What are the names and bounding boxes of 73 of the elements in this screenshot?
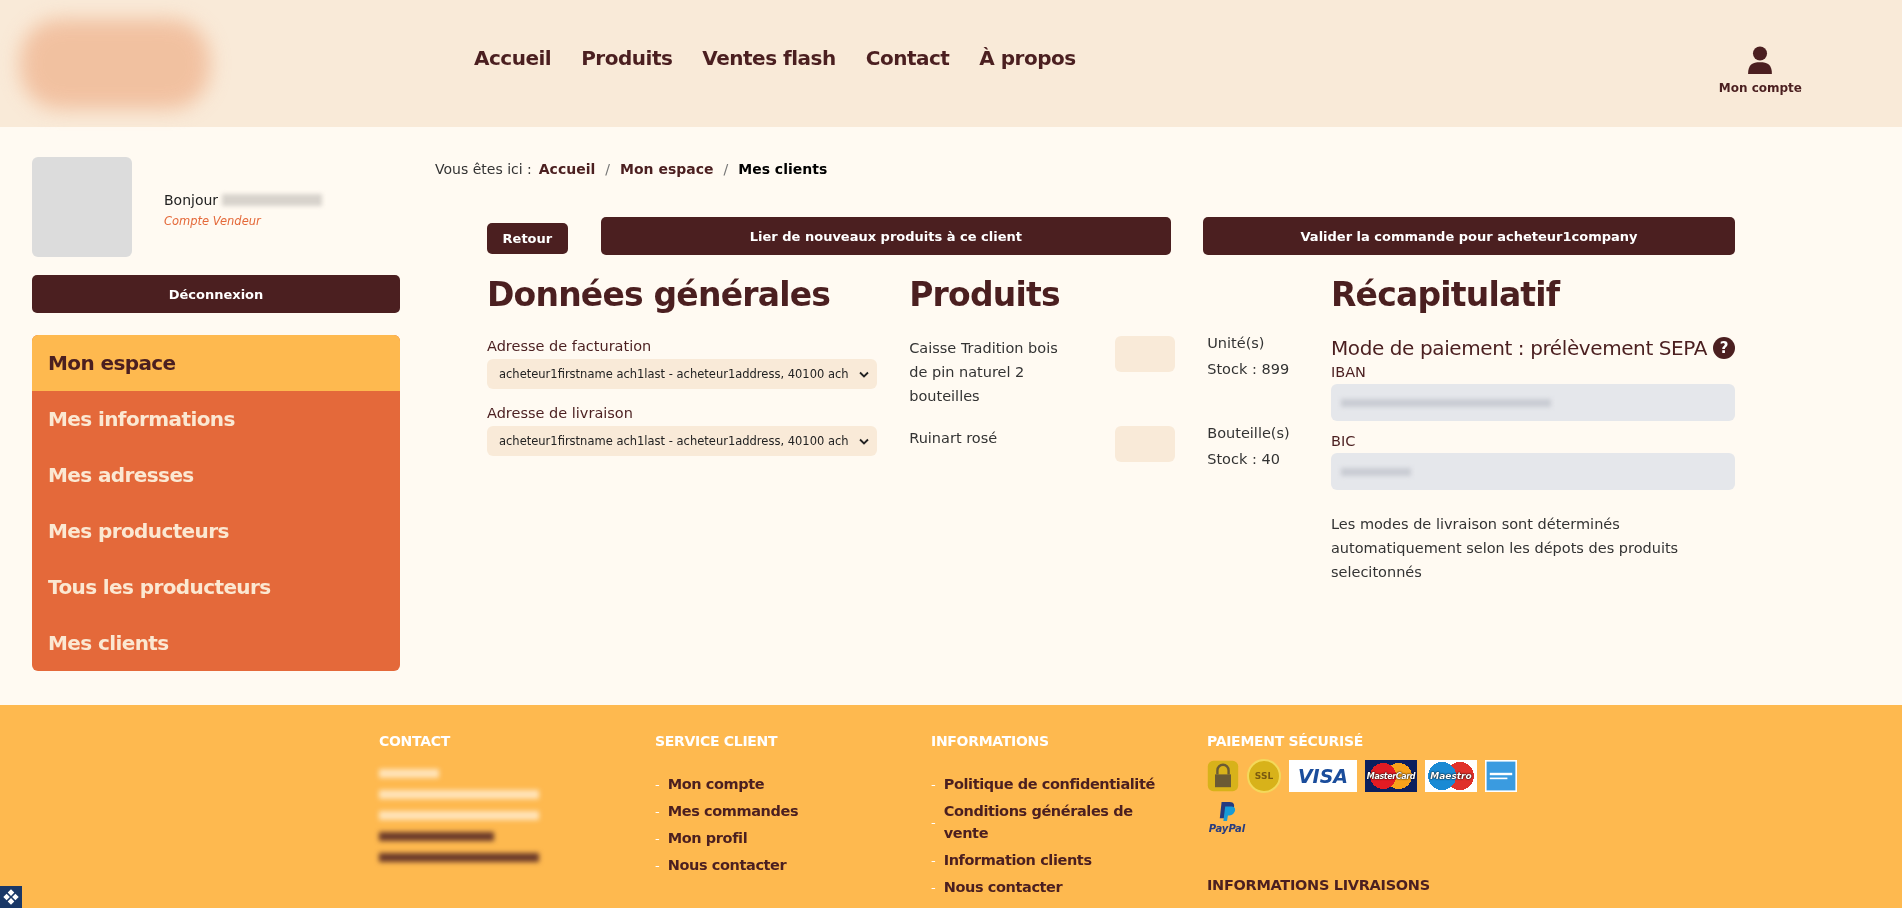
breadcrumb-separator: / bbox=[723, 161, 729, 177]
breadcrumb-link[interactable]: Mes clients bbox=[738, 161, 828, 177]
footer-link[interactable]: Nous contacter bbox=[667, 854, 888, 876]
footer-heading: CONTACT bbox=[379, 733, 452, 749]
section-title: Données générales bbox=[487, 275, 832, 314]
nav-link[interactable]: Ventes flash bbox=[702, 45, 836, 70]
list-marker: - bbox=[655, 830, 660, 846]
footer-link[interactable]: Mon compte bbox=[667, 773, 888, 795]
footer-heading: INFORMATIONS LIVRAISONS bbox=[1207, 877, 1431, 893]
footer-link[interactable]: Nous contacter bbox=[943, 876, 1164, 898]
visa-logo: VISA bbox=[1289, 760, 1357, 792]
address-select[interactable]: acheteur1firstname ach1last - acheteur1address, 40100 ach bbox=[487, 359, 878, 389]
ssl-badge: SSL bbox=[1247, 759, 1281, 793]
input-field[interactable] bbox=[1330, 384, 1735, 421]
list-marker: - bbox=[655, 776, 660, 792]
stock-text: Stock : 899 bbox=[1207, 360, 1290, 379]
footer-link[interactable]: Politique de confidentialité bbox=[943, 773, 1164, 795]
list-marker: - bbox=[931, 852, 936, 868]
field-label: BIC bbox=[1330, 433, 1357, 449]
blurred-text bbox=[379, 769, 439, 778]
footer-heading: PAIEMENT SÉCURISÉ bbox=[1207, 733, 1365, 749]
blurred-text bbox=[1340, 467, 1411, 476]
stock-text: Stock : 40 bbox=[1207, 450, 1281, 469]
nav-link[interactable]: À propos bbox=[979, 45, 1076, 70]
chevron-icon bbox=[859, 437, 870, 445]
quantity-field[interactable] bbox=[1115, 426, 1176, 462]
help-icon[interactable]: ? bbox=[1713, 337, 1735, 359]
action-button[interactable]: Retour bbox=[487, 222, 568, 254]
breadcrumb-link[interactable]: Accueil bbox=[538, 161, 596, 177]
list-marker: - bbox=[655, 857, 660, 873]
input-field[interactable] bbox=[1330, 453, 1735, 490]
list-marker: - bbox=[931, 776, 936, 792]
chevron-icon bbox=[859, 370, 870, 378]
card-logo bbox=[1485, 760, 1517, 792]
footer-heading: SERVICE CLIENT bbox=[655, 733, 779, 749]
nav-link[interactable]: Produits bbox=[581, 45, 673, 70]
list-marker: - bbox=[655, 803, 660, 819]
unit-label: Unité(s) bbox=[1207, 334, 1266, 353]
breadcrumb-label: Vous êtes ici : bbox=[435, 161, 532, 177]
paypal-text: PayPal bbox=[1208, 823, 1246, 834]
greeting-text: Bonjour bbox=[164, 192, 219, 208]
footer-link[interactable]: Mes commandes bbox=[667, 800, 888, 822]
footer-heading: INFORMATIONS bbox=[931, 733, 1050, 749]
nav-link[interactable]: Contact bbox=[865, 45, 950, 70]
account-link[interactable]: Mon compte bbox=[1718, 80, 1802, 95]
sidebar-item[interactable]: Mon espace bbox=[32, 335, 400, 391]
footer-link[interactable]: Information clients bbox=[943, 849, 1164, 871]
section-title: Produits bbox=[909, 275, 1061, 314]
padlock-icon bbox=[1207, 760, 1239, 792]
delivery-note: Les modes de livraison sont déterminés automatiquement selon les dépots des produits selecitonnés bbox=[1330, 515, 1680, 582]
payment-mode: Mode de paiement : prélèvement SEPA bbox=[1330, 336, 1707, 360]
paypal-icon bbox=[1218, 801, 1236, 823]
field-label: Adresse de livraison bbox=[487, 405, 634, 421]
action-button[interactable]: Lier de nouveaux produits à ce client bbox=[600, 217, 1171, 255]
section-title: Récapitulatif bbox=[1330, 275, 1562, 314]
account-role: Compte Vendeur bbox=[164, 214, 263, 228]
footer-link[interactable]: Conditions générales de vente bbox=[943, 800, 1164, 844]
list-marker: - bbox=[931, 879, 936, 895]
product-name: Ruinart rosé bbox=[909, 429, 999, 448]
product-name: Caisse Tradition bois de pin naturel 2 bouteilles bbox=[909, 339, 1059, 406]
nav-link[interactable]: Accueil bbox=[474, 45, 552, 70]
field-label: IBAN bbox=[1330, 364, 1367, 380]
action-button[interactable]: Valider la commande pour acheteur1company bbox=[1203, 217, 1735, 255]
list-marker: - bbox=[931, 814, 936, 830]
user-icon[interactable] bbox=[1747, 44, 1774, 75]
quantity-field[interactable] bbox=[1115, 336, 1176, 372]
logout-button[interactable]: Déconnexion bbox=[32, 275, 400, 313]
breadcrumb-link[interactable]: Mon espace bbox=[620, 161, 714, 177]
field-label: Adresse de facturation bbox=[487, 338, 653, 354]
address-select[interactable]: acheteur1firstname ach1last - acheteur1address, 40100 ach bbox=[487, 426, 878, 456]
breadcrumb-separator: / bbox=[605, 161, 610, 177]
unit-label: Bouteille(s) bbox=[1207, 424, 1290, 443]
footer-link[interactable]: Mon profil bbox=[667, 827, 888, 849]
